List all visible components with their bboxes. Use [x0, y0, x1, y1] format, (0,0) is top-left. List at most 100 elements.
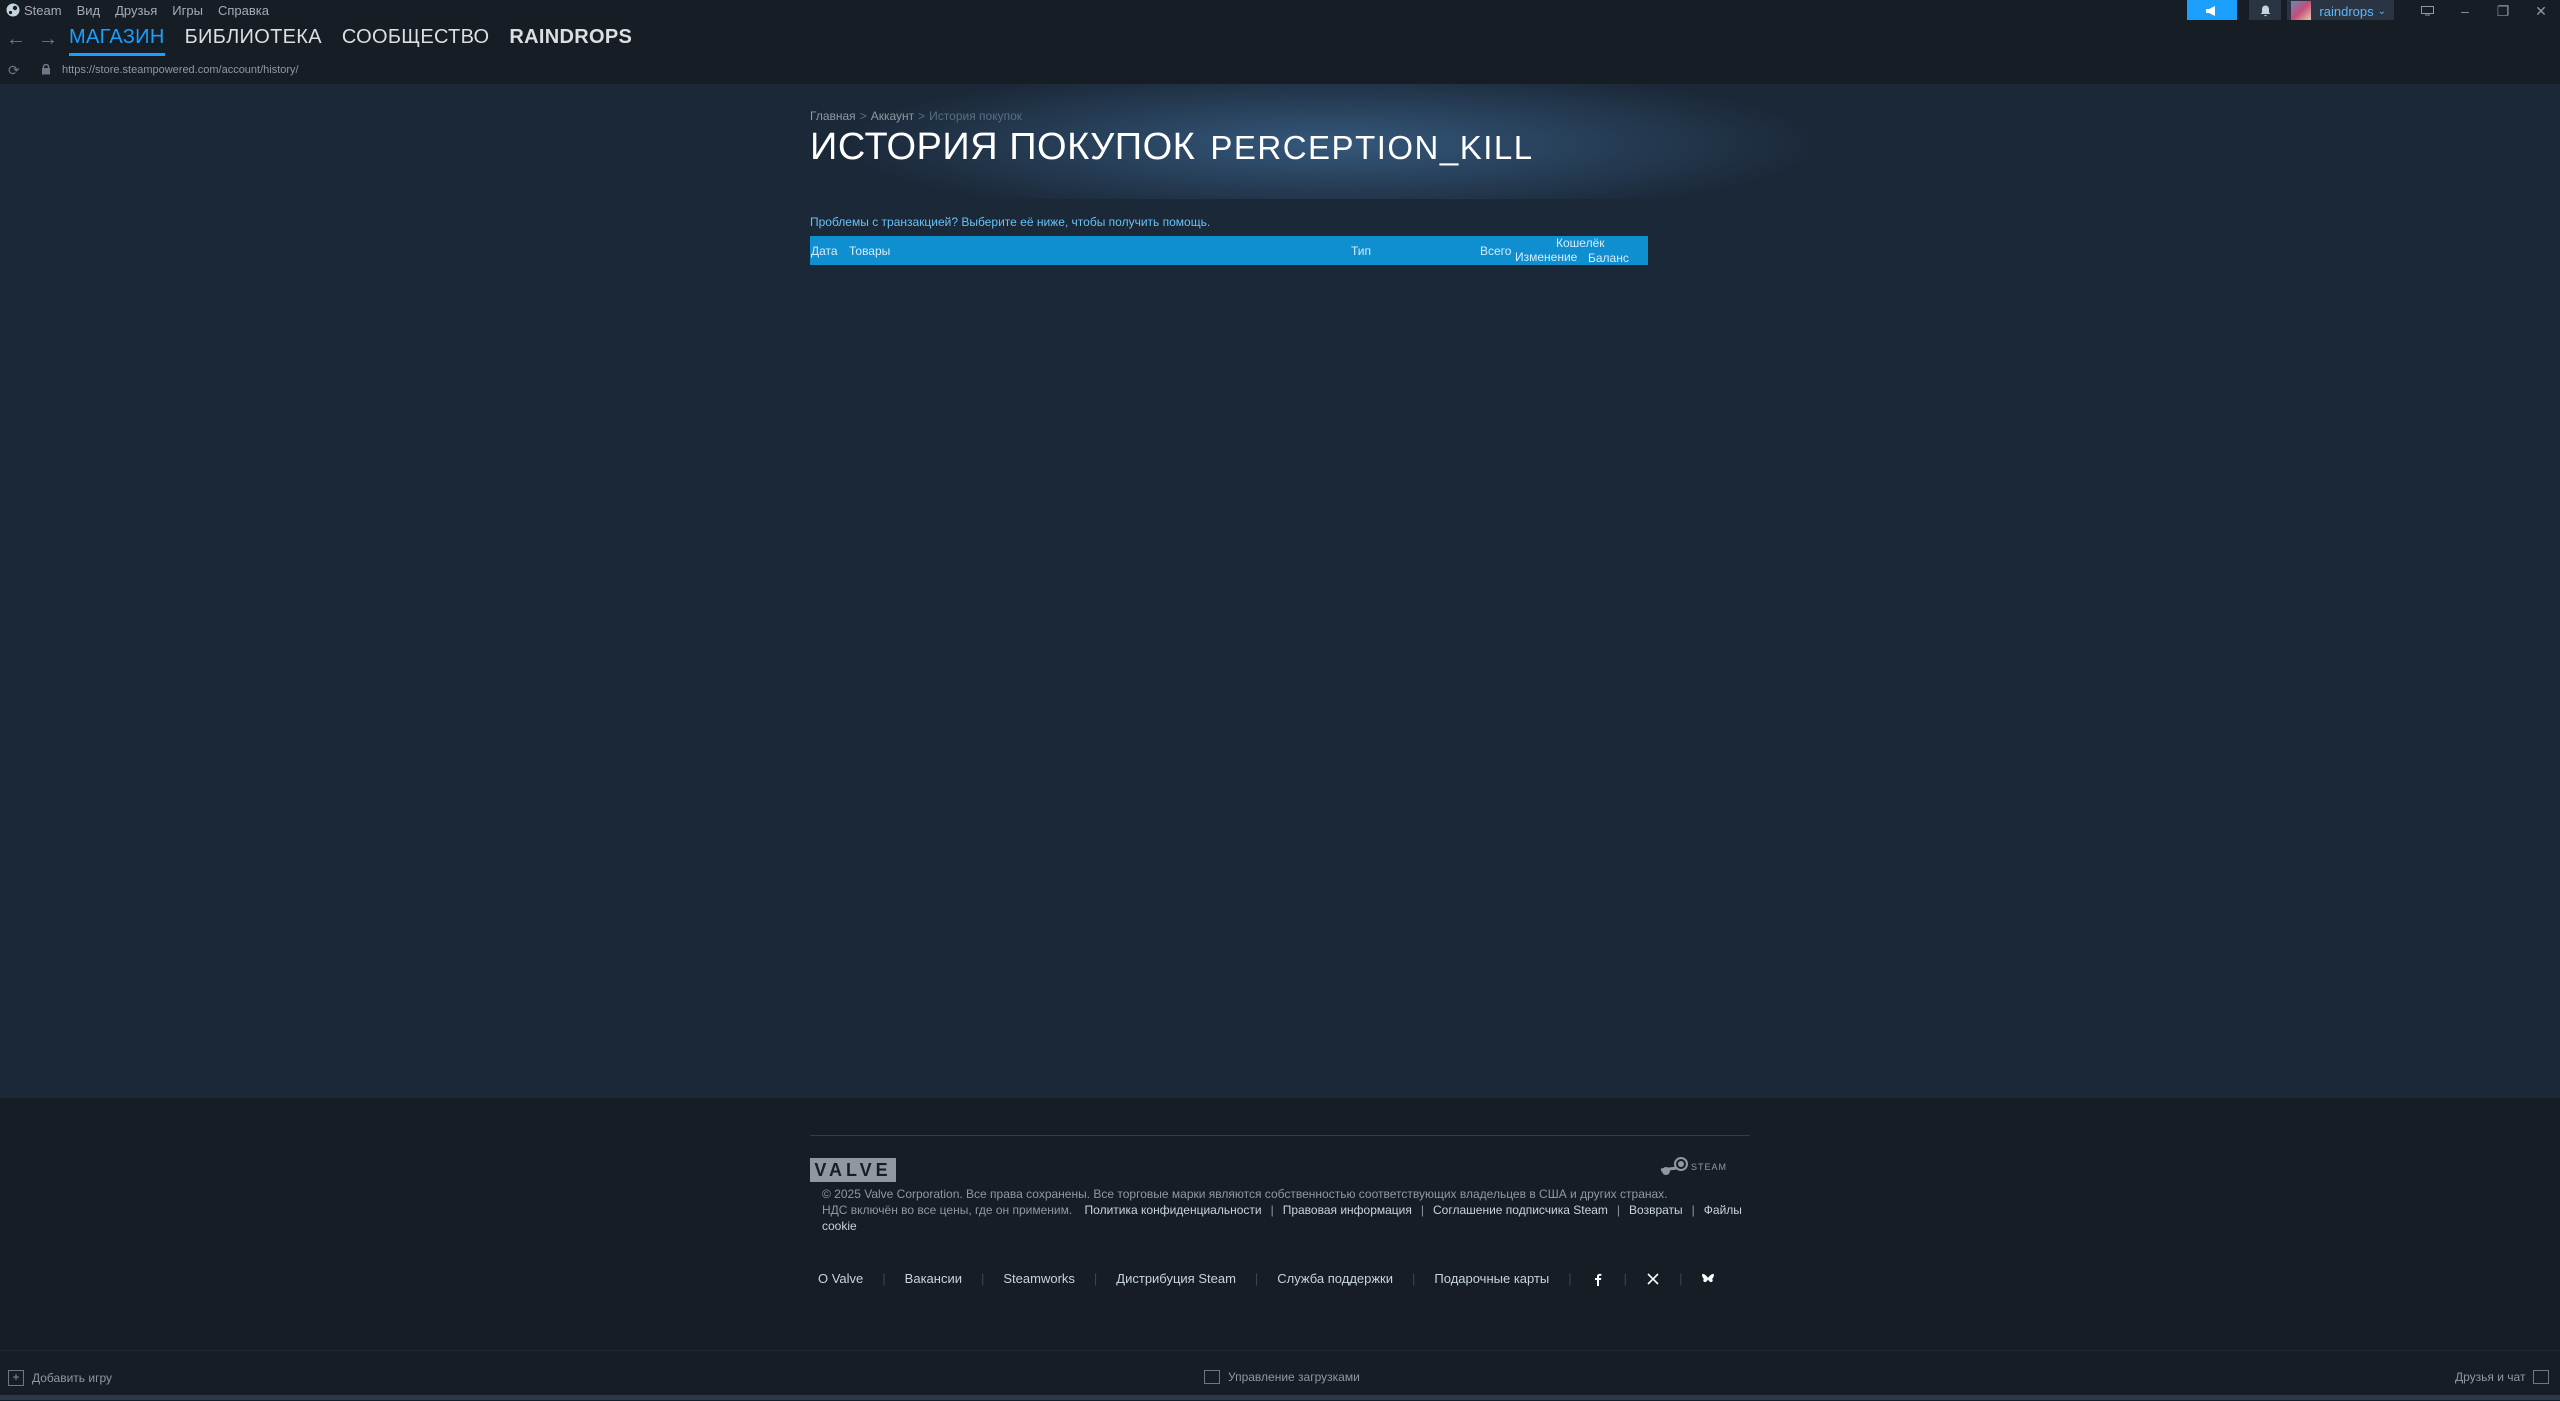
close-icon: ✕ — [2535, 2, 2547, 19]
menu-games[interactable]: Игры — [172, 3, 203, 18]
footer-separator: | — [1616, 1203, 1621, 1217]
friends-chat-button[interactable]: Друзья и чат — [2455, 1370, 2550, 1384]
purchase-history-table-header: Дата Товары Тип Всего Кошелёк Изменение … — [810, 236, 1648, 265]
footer-separator: | — [1623, 1271, 1628, 1286]
column-header-date: Дата — [811, 244, 838, 258]
nav-tabs: МАГАЗИН БИБЛИОТЕКА СООБЩЕСТВО RAINDROPS — [69, 26, 652, 56]
minimize-icon: – — [2461, 3, 2469, 19]
add-game-label: Добавить игру — [32, 1371, 112, 1385]
privacy-policy-link[interactable]: Политика конфиденциальности — [1085, 1203, 1262, 1217]
steam-footer-logo[interactable]: STEAM — [1659, 1156, 1727, 1178]
monitor-icon — [2420, 6, 2434, 16]
menu-bar: Steam Вид Друзья Игры Справка — [0, 0, 2560, 20]
column-header-wallet-balance: Баланс — [1588, 251, 1629, 265]
menu-help[interactable]: Справка — [218, 3, 269, 18]
column-header-total: Всего — [1480, 244, 1512, 258]
column-header-type: Тип — [1351, 244, 1372, 258]
breadcrumb-separator: > — [859, 109, 867, 123]
support-link[interactable]: Служба поддержки — [1277, 1271, 1393, 1286]
titlebar-controls: raindrops ⌄ – ❐ ✕ — [2187, 0, 2560, 22]
legal-line: НДС включён во все цены, где он применим… — [822, 1202, 1752, 1234]
account-username: raindrops — [2319, 3, 2374, 19]
steam-logo-icon — [1660, 1157, 1688, 1175]
download-icon — [1204, 1370, 1220, 1384]
avatar — [2291, 1, 2312, 21]
page-title-account: PERCEPTION_KILL — [1210, 129, 1534, 166]
column-header-wallet-change: Изменение — [1515, 250, 1578, 264]
bottom-strip — [0, 1395, 2560, 1400]
refunds-link[interactable]: Возвраты — [1629, 1203, 1683, 1217]
footer-links: О Valve | Вакансии | Steamworks | Дистрибуц… — [818, 1271, 1715, 1286]
menu-view[interactable]: Вид — [77, 3, 101, 18]
jobs-link[interactable]: Вакансии — [905, 1271, 962, 1286]
downloads-button[interactable]: Управление загрузками — [1204, 1370, 1360, 1384]
tab-store[interactable]: МАГАЗИН — [69, 26, 165, 56]
breadcrumb: Главная > Аккаунт > История покупок — [810, 109, 1022, 123]
breadcrumb-home[interactable]: Главная — [810, 109, 856, 123]
back-arrow-icon[interactable]: ← — [6, 28, 26, 51]
restore-icon: ❐ — [2496, 2, 2510, 19]
legal-text: © 2025 Valve Corporation. Все права сохр… — [822, 1186, 1752, 1234]
menu-steam[interactable]: Steam — [24, 3, 62, 18]
footer-separator: | — [1691, 1203, 1695, 1217]
friends-chat-label: Друзья и чат — [2455, 1370, 2526, 1384]
url-bar: ⟳ https://store.steampowered.com/account… — [0, 58, 2560, 84]
add-game-button[interactable]: + Добавить игру — [8, 1370, 112, 1386]
breadcrumb-current: История покупок — [929, 109, 1023, 123]
legal-info-link[interactable]: Правовая информация — [1283, 1203, 1412, 1217]
menu-friends[interactable]: Друзья — [115, 3, 157, 18]
column-header-items: Товары — [849, 244, 891, 258]
column-header-wallet: Кошелёк — [1556, 236, 1605, 250]
plus-icon: + — [8, 1370, 24, 1386]
gift-cards-link[interactable]: Подарочные карты — [1434, 1271, 1549, 1286]
footer-separator: | — [1420, 1203, 1425, 1217]
forward-arrow-icon[interactable]: → — [38, 28, 58, 51]
chevron-down-icon: ⌄ — [2377, 5, 2386, 17]
minimize-button[interactable]: – — [2446, 0, 2484, 22]
tab-profile[interactable]: RAINDROPS — [509, 26, 632, 56]
transaction-help-link[interactable]: Проблемы с транзакцией? Выберите её ниже… — [810, 215, 1210, 229]
big-picture-button[interactable] — [2408, 0, 2446, 22]
valve-logo[interactable]: VALVE — [810, 1158, 896, 1182]
footer-separator: | — [1412, 1271, 1416, 1286]
account-menu-button[interactable]: raindrops ⌄ — [2287, 0, 2394, 22]
maximize-button[interactable]: ❐ — [2484, 0, 2522, 22]
lock-icon — [42, 63, 50, 75]
reload-icon[interactable]: ⟳ — [8, 62, 20, 79]
url-text[interactable]: https://store.steampowered.com/account/h… — [62, 64, 299, 76]
close-button[interactable]: ✕ — [2522, 0, 2560, 22]
copyright-text: © 2025 Valve Corporation. Все права сохр… — [822, 1187, 1668, 1201]
bluesky-icon[interactable] — [1701, 1272, 1715, 1286]
footer-separator: | — [1093, 1271, 1098, 1286]
footer-separator: | — [1270, 1203, 1274, 1217]
footer-separator: | — [1679, 1271, 1683, 1286]
footer-separator: | — [1254, 1271, 1259, 1286]
bottom-bar: + Добавить игру Управление загрузками Др… — [0, 1350, 2560, 1401]
announcements-button[interactable] — [2187, 0, 2238, 22]
vat-note: НДС включён во все цены, где он применим… — [822, 1203, 1073, 1217]
page-title: ИСТОРИЯ ПОКУПОК PERCEPTION_KILL — [810, 126, 1534, 169]
facebook-icon[interactable] — [1591, 1272, 1605, 1286]
about-valve-link[interactable]: О Valve — [818, 1271, 863, 1286]
ssa-link[interactable]: Соглашение подписчика Steam — [1433, 1203, 1608, 1217]
notifications-button[interactable] — [2249, 0, 2282, 22]
footer-separator: | — [980, 1271, 985, 1286]
friends-icon — [2533, 1370, 2550, 1384]
megaphone-icon — [2206, 6, 2216, 16]
steam-distribution-link[interactable]: Дистрибуция Steam — [1116, 1271, 1236, 1286]
footer-separator: | — [1568, 1271, 1572, 1286]
steamworks-link[interactable]: Steamworks — [1003, 1271, 1075, 1286]
breadcrumb-separator: > — [918, 109, 926, 123]
steam-footer-wordmark: STEAM — [1691, 1162, 1728, 1172]
footer-separator: | — [882, 1271, 886, 1286]
x-icon[interactable] — [1646, 1272, 1660, 1286]
downloads-label: Управление загрузками — [1228, 1370, 1360, 1384]
page-title-text: ИСТОРИЯ ПОКУПОК — [810, 126, 1196, 168]
tab-library[interactable]: БИБЛИОТЕКА — [185, 26, 322, 56]
footer-divider — [810, 1135, 1750, 1136]
tab-community[interactable]: СООБЩЕСТВО — [342, 26, 490, 56]
breadcrumb-account[interactable]: Аккаунт — [871, 109, 914, 123]
bell-icon — [2260, 5, 2271, 17]
navigation-bar: ← → МАГАЗИН БИБЛИОТЕКА СООБЩЕСТВО RAINDR… — [0, 20, 2560, 58]
steam-logo-icon[interactable] — [6, 3, 20, 17]
